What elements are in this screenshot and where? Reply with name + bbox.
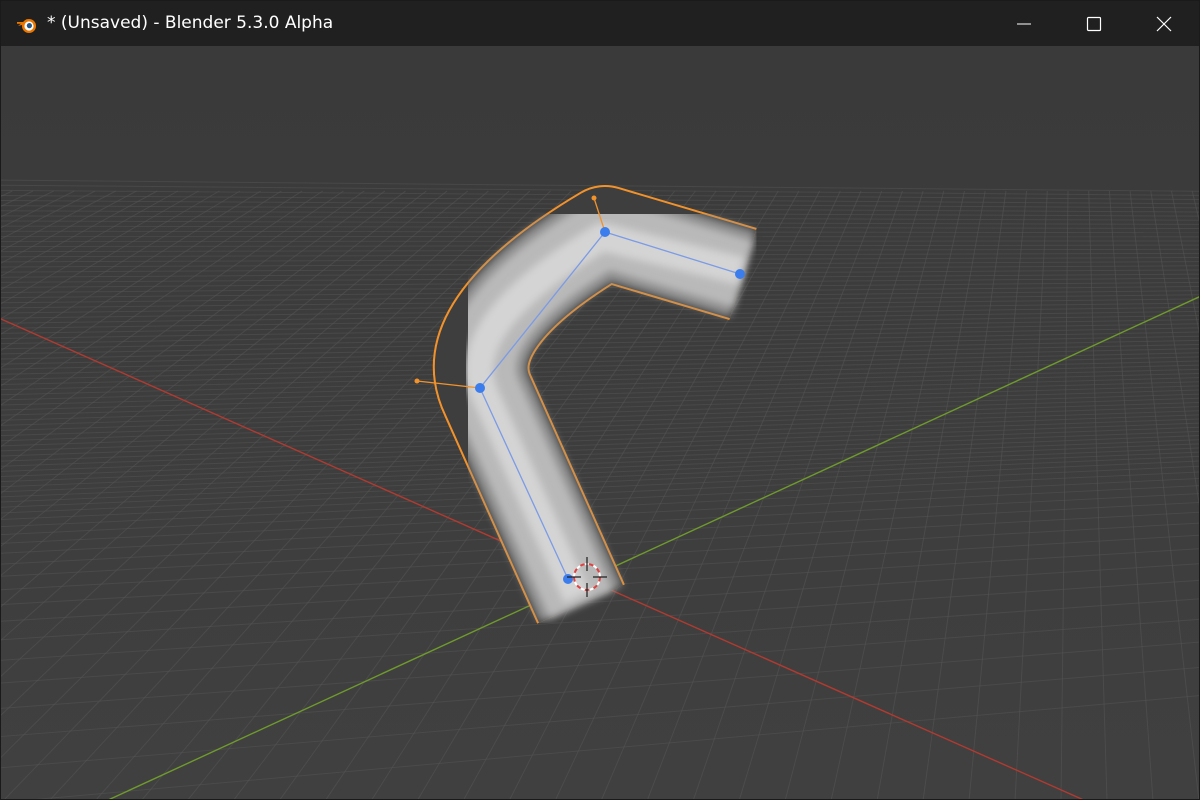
window-title: * (Unsaved) - Blender 5.3.0 Alpha [47,13,334,33]
maximize-icon [1086,16,1102,31]
curve-control-point[interactable] [735,269,745,279]
viewport-background [1,46,1199,799]
blender-logo-icon [15,12,39,36]
maximize-button[interactable] [1059,1,1129,46]
curve-control-point[interactable] [475,383,485,393]
bezier-handle-point[interactable] [591,195,597,201]
title-bar[interactable]: * (Unsaved) - Blender 5.3.0 Alpha [1,1,1199,46]
viewport-canvas[interactable] [1,46,1200,800]
minimize-icon [1017,23,1031,24]
curve-control-point[interactable] [600,227,610,237]
minimize-button[interactable] [989,1,1059,46]
close-icon [1156,16,1172,31]
curve-control-point[interactable] [563,574,573,584]
close-button[interactable] [1129,1,1199,46]
bezier-handle-point[interactable] [414,378,420,384]
3d-viewport[interactable] [1,46,1200,800]
blender-window: * (Unsaved) - Blender 5.3.0 Alpha [0,0,1200,800]
